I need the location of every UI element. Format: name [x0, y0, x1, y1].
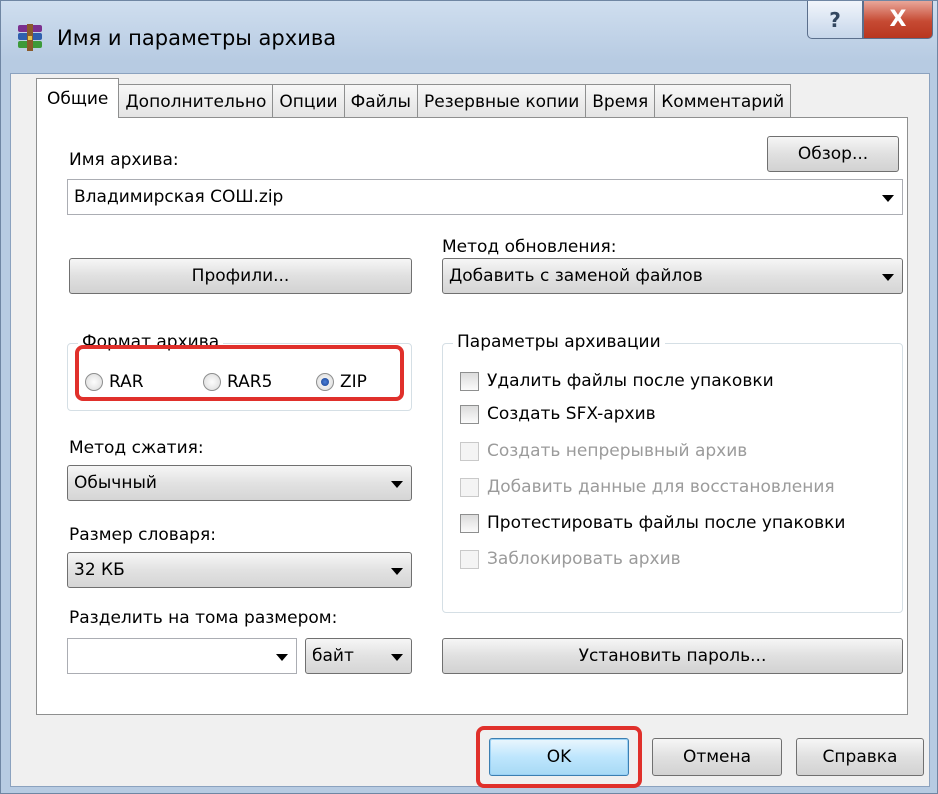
- checkbox-box: [460, 477, 479, 497]
- checkbox-box[interactable]: [460, 404, 479, 424]
- update-method-select[interactable]: Добавить с заменой файлов: [442, 258, 903, 294]
- tab-comment[interactable]: Комментарий: [654, 84, 792, 118]
- archive-name-label: Имя архива:: [69, 150, 179, 170]
- test-after-pack-label: Протестировать файлы после упаковки: [487, 513, 846, 533]
- checkbox-box: [460, 549, 479, 569]
- split-unit-select[interactable]: байт: [305, 638, 412, 674]
- split-size-combo[interactable]: [67, 638, 297, 674]
- update-method-value: Добавить с заменой файлов: [449, 266, 703, 286]
- chevron-down-icon[interactable]: [276, 654, 288, 661]
- tab-general[interactable]: Общие: [36, 78, 120, 118]
- cancel-button[interactable]: Отмена: [652, 738, 782, 776]
- chevron-down-icon[interactable]: [882, 195, 894, 202]
- format-highlight-frame: [75, 345, 404, 401]
- tab-options[interactable]: Опции: [272, 84, 345, 118]
- tab-advanced[interactable]: Дополнительно: [118, 84, 274, 118]
- compression-method-label: Метод сжатия:: [69, 438, 204, 458]
- create-solid-checkbox: Создать непрерывный архив: [460, 441, 747, 461]
- help-title-button[interactable]: ?: [807, 1, 863, 39]
- archiving-options-title: Параметры архивации: [453, 332, 665, 352]
- chevron-down-icon[interactable]: [391, 481, 403, 488]
- dialog-client-area: Общие Дополнительно Опции Файлы Резервны…: [10, 73, 930, 788]
- split-volumes-label: Разделить на тома размером:: [69, 608, 338, 628]
- split-unit-value: байт: [312, 646, 354, 666]
- tab-strip: Общие Дополнительно Опции Файлы Резервны…: [36, 78, 792, 118]
- chevron-down-icon[interactable]: [391, 654, 403, 661]
- checkbox-box[interactable]: [460, 371, 479, 391]
- chevron-down-icon[interactable]: [391, 568, 403, 575]
- ok-highlight-frame: [476, 726, 642, 788]
- delete-after-pack-checkbox[interactable]: Удалить файлы после упаковки: [460, 371, 774, 391]
- delete-after-pack-label: Удалить файлы после упаковки: [487, 371, 774, 391]
- lock-archive-label: Заблокировать архив: [487, 549, 681, 569]
- checkbox-box[interactable]: [460, 513, 479, 533]
- tab-time[interactable]: Время: [585, 84, 656, 118]
- update-method-label: Метод обновления:: [442, 237, 617, 257]
- create-solid-label: Создать непрерывный архив: [487, 441, 748, 461]
- archive-name-value: Владимирская СОШ.zip: [74, 187, 284, 207]
- compression-method-select[interactable]: Обычный: [67, 465, 412, 501]
- tab-files[interactable]: Файлы: [343, 84, 418, 118]
- archive-dialog: Имя и параметры архива ? X Общие Дополни…: [0, 0, 938, 794]
- profiles-button[interactable]: Профили...: [69, 258, 412, 294]
- general-tab-page: Имя архива: Обзор... Владимирская СОШ.zi…: [36, 117, 908, 715]
- add-recovery-label: Добавить данные для восстановления: [487, 477, 835, 497]
- test-after-pack-checkbox[interactable]: Протестировать файлы после упаковки: [460, 513, 845, 533]
- lock-archive-checkbox: Заблокировать архив: [460, 549, 681, 569]
- browse-button[interactable]: Обзор...: [767, 136, 899, 172]
- dictionary-size-value: 32 КБ: [74, 560, 125, 580]
- dictionary-size-select[interactable]: 32 КБ: [67, 552, 412, 588]
- create-sfx-label: Создать SFX-архив: [487, 404, 656, 424]
- title-bar[interactable]: Имя и параметры архива ? X: [1, 1, 937, 73]
- add-recovery-checkbox: Добавить данные для восстановления: [460, 477, 835, 497]
- help-button[interactable]: Справка: [796, 738, 924, 776]
- dictionary-size-label: Размер словаря:: [69, 525, 216, 545]
- compression-method-value: Обычный: [74, 473, 157, 493]
- close-button[interactable]: X: [863, 1, 933, 39]
- set-password-button[interactable]: Установить пароль...: [442, 638, 903, 674]
- archive-name-combo[interactable]: Владимирская СОШ.zip: [67, 179, 903, 215]
- winrar-app-icon: [18, 24, 42, 51]
- tab-backup[interactable]: Резервные копии: [416, 84, 587, 118]
- checkbox-box: [460, 441, 479, 461]
- chevron-down-icon[interactable]: [882, 274, 894, 281]
- window-title: Имя и параметры архива: [57, 26, 337, 50]
- create-sfx-checkbox[interactable]: Создать SFX-архив: [460, 404, 656, 424]
